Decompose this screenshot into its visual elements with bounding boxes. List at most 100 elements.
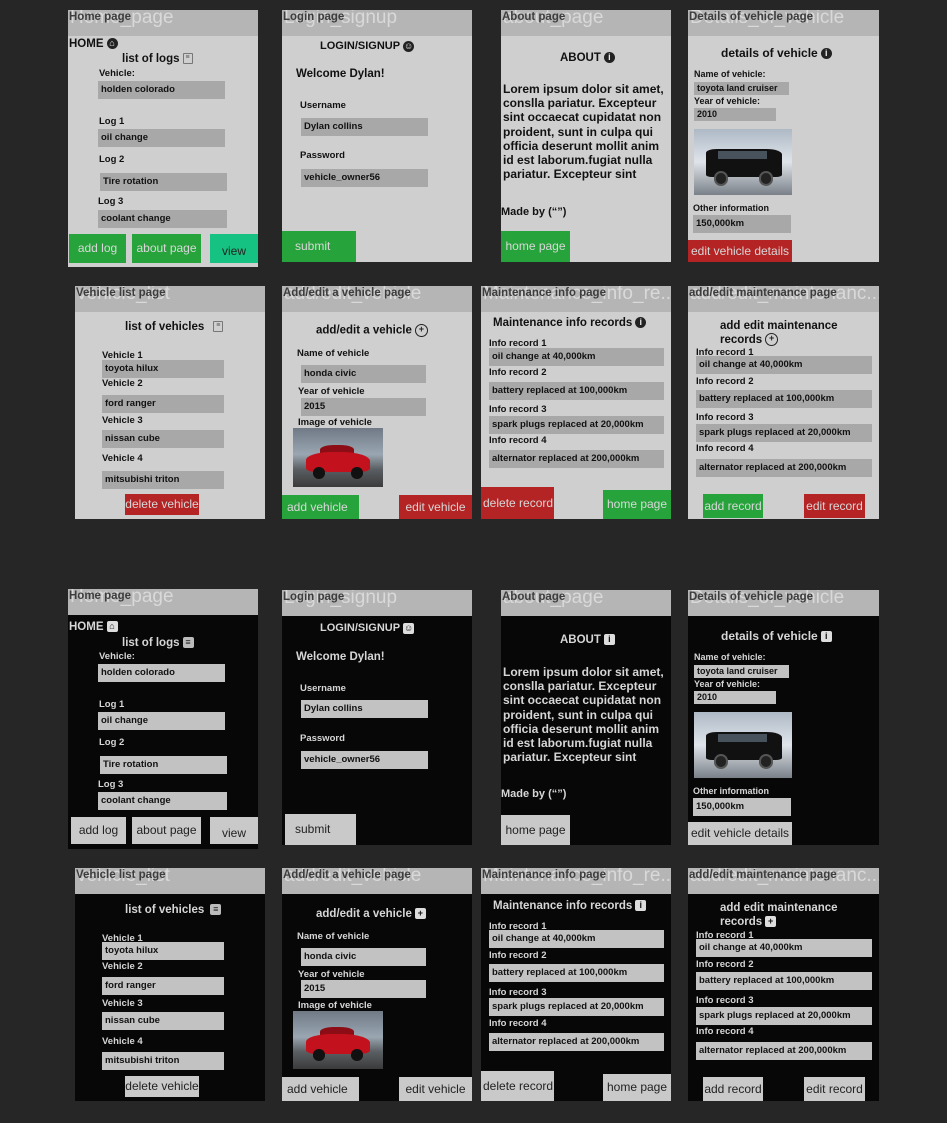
info-icon: i: [635, 317, 647, 329]
add-record-button[interactable]: add record: [703, 494, 763, 518]
frame-title: Login page: [283, 591, 345, 603]
delete-vehicle-button[interactable]: delete vehicle: [125, 494, 199, 515]
name-field[interactable]: honda civic: [301, 948, 426, 966]
submit-button[interactable]: submit: [282, 231, 356, 262]
info-icon: i: [820, 631, 832, 643]
delete-vehicle-button[interactable]: delete vehicle: [125, 1076, 199, 1097]
about-heading: ABOUT i: [560, 634, 615, 646]
log2-field[interactable]: Tire rotation: [100, 756, 227, 774]
vehicle4-label: Vehicle 4: [102, 1036, 143, 1047]
year-field[interactable]: 2010: [694, 108, 776, 121]
vehicle1-field[interactable]: toyota hilux: [102, 942, 224, 960]
home-page-button[interactable]: home page: [501, 231, 570, 262]
edit-vehicle-button[interactable]: edit vehicle: [399, 495, 472, 519]
record2-field[interactable]: battery replaced at 100,000km: [489, 382, 664, 400]
frame-header: Home_page Home page: [68, 10, 258, 36]
about-page-button[interactable]: about page: [132, 817, 201, 844]
plus-icon: +: [414, 324, 428, 337]
home-page-button[interactable]: home page: [603, 490, 671, 519]
edit-record-button[interactable]: edit record: [804, 1077, 865, 1101]
record4-field[interactable]: alternator replaced at 200,000km: [696, 1042, 872, 1060]
home-link[interactable]: HOME ⌂: [69, 38, 118, 50]
add-log-button[interactable]: add log: [69, 234, 126, 263]
frame-header: about_page About page: [501, 10, 671, 36]
add-vehicle-button[interactable]: add vehicle: [282, 495, 359, 519]
password-label: Password: [300, 150, 345, 161]
view-button[interactable]: view: [210, 234, 258, 263]
record3-field[interactable]: spark plugs replaced at 20,000km: [489, 416, 664, 434]
home-link[interactable]: HOME ⌂: [69, 621, 118, 633]
frame-title: Home page: [69, 590, 131, 602]
record4-label: Info record 4: [489, 435, 547, 446]
add-log-button[interactable]: add log: [71, 817, 126, 844]
record3-field[interactable]: spark plugs replaced at 20,000km: [489, 998, 664, 1016]
log1-label: Log 1: [99, 116, 125, 127]
name-field[interactable]: honda civic: [301, 365, 426, 383]
edit-vehicle-details-button[interactable]: edit vehicle details: [688, 240, 792, 262]
name-field[interactable]: toyota land cruiser: [694, 82, 789, 95]
year-field[interactable]: 2015: [301, 398, 426, 416]
delete-record-button[interactable]: delete record: [481, 1071, 554, 1101]
log1-field[interactable]: oil change: [98, 129, 225, 147]
password-field[interactable]: vehicle_owner56: [301, 169, 428, 187]
vehicle1-field[interactable]: toyota hilux: [102, 360, 224, 378]
maintenance-heading: Maintenance info records i: [493, 900, 647, 912]
record2-field[interactable]: battery replaced at 100,000km: [489, 964, 664, 982]
username-field[interactable]: Dylan collins: [301, 700, 428, 718]
edit-vehicle-details-button[interactable]: edit vehicle details: [688, 822, 792, 845]
add-maintenance-frame-dark: add/edit_maintenanc... add/edit maintenan…: [688, 868, 879, 1101]
record3-field[interactable]: spark plugs replaced at 20,000km: [696, 424, 872, 442]
record3-label: Info record 3: [696, 995, 754, 1006]
view-button[interactable]: view: [210, 817, 258, 844]
edit-record-button[interactable]: edit record: [804, 494, 865, 518]
log1-field[interactable]: oil change: [98, 712, 225, 730]
add-record-button[interactable]: add record: [703, 1077, 763, 1101]
record3-field[interactable]: spark plugs replaced at 20,000km: [696, 1007, 872, 1025]
delete-record-button[interactable]: delete record: [481, 487, 554, 519]
edit-vehicle-button[interactable]: edit vehicle: [399, 1077, 472, 1101]
year-field[interactable]: 2010: [694, 691, 776, 704]
home-page-button[interactable]: home page: [501, 815, 570, 845]
record2-field[interactable]: battery replaced at 100,000km: [696, 972, 872, 990]
record1-field[interactable]: oil change at 40,000km: [696, 356, 872, 374]
record4-field[interactable]: alternator replaced at 200,000km: [696, 459, 872, 477]
other-info-field[interactable]: 150,000km: [693, 798, 791, 816]
record1-field[interactable]: oil change at 40,000km: [489, 348, 664, 366]
submit-button[interactable]: submit: [285, 814, 356, 845]
about-page-button[interactable]: about page: [132, 234, 201, 263]
record1-field[interactable]: oil change at 40,000km: [696, 939, 872, 957]
details-heading: details of vehicle i: [721, 629, 832, 643]
record2-label: Info record 2: [489, 367, 547, 378]
other-info-field[interactable]: 150,000km: [693, 215, 791, 233]
frame-title: Maintenance info page: [482, 869, 606, 881]
vehicle4-field[interactable]: mitsubishi triton: [102, 1052, 224, 1070]
record1-field[interactable]: oil change at 40,000km: [489, 930, 664, 948]
record2-label: Info record 2: [489, 950, 547, 961]
record4-field[interactable]: alternator replaced at 200,000km: [489, 1033, 664, 1051]
record4-field[interactable]: alternator replaced at 200,000km: [489, 450, 664, 468]
year-label: Year of vehicle: [298, 386, 365, 397]
details-frame-light: Details_of_vehicle Details of vehicle pag…: [688, 10, 879, 262]
vehicle2-field[interactable]: ford ranger: [102, 977, 224, 995]
login-frame-light: Login_signup Login page LOGIN/SIGNUP ☺ Wel…: [282, 10, 472, 262]
vehicle4-field[interactable]: mitsubishi triton: [102, 471, 224, 489]
name-field[interactable]: toyota land cruiser: [694, 665, 789, 678]
password-label: Password: [300, 733, 345, 744]
home-page-button[interactable]: home page: [603, 1074, 671, 1101]
password-field[interactable]: vehicle_owner56: [301, 751, 428, 769]
vehicle-field[interactable]: holden colorado: [98, 664, 225, 682]
log3-field[interactable]: coolant change: [98, 792, 227, 810]
add-vehicle-button[interactable]: add vehicle: [282, 1077, 359, 1101]
year-field[interactable]: 2015: [301, 980, 426, 998]
record2-field[interactable]: battery replaced at 100,000km: [696, 390, 872, 408]
vehicle-field[interactable]: holden colorado: [98, 81, 225, 99]
vehicle3-field[interactable]: nissan cube: [102, 1012, 224, 1030]
username-field[interactable]: Dylan collins: [301, 118, 428, 136]
list-of-logs-heading: list of logs ≡: [122, 637, 194, 649]
log3-field[interactable]: coolant change: [98, 210, 227, 228]
login-heading: LOGIN/SIGNUP ☺: [320, 622, 415, 634]
frame-title: Home page: [69, 11, 131, 23]
log2-field[interactable]: Tire rotation: [100, 173, 227, 191]
vehicle2-field[interactable]: ford ranger: [102, 395, 224, 413]
vehicle3-field[interactable]: nissan cube: [102, 430, 224, 448]
